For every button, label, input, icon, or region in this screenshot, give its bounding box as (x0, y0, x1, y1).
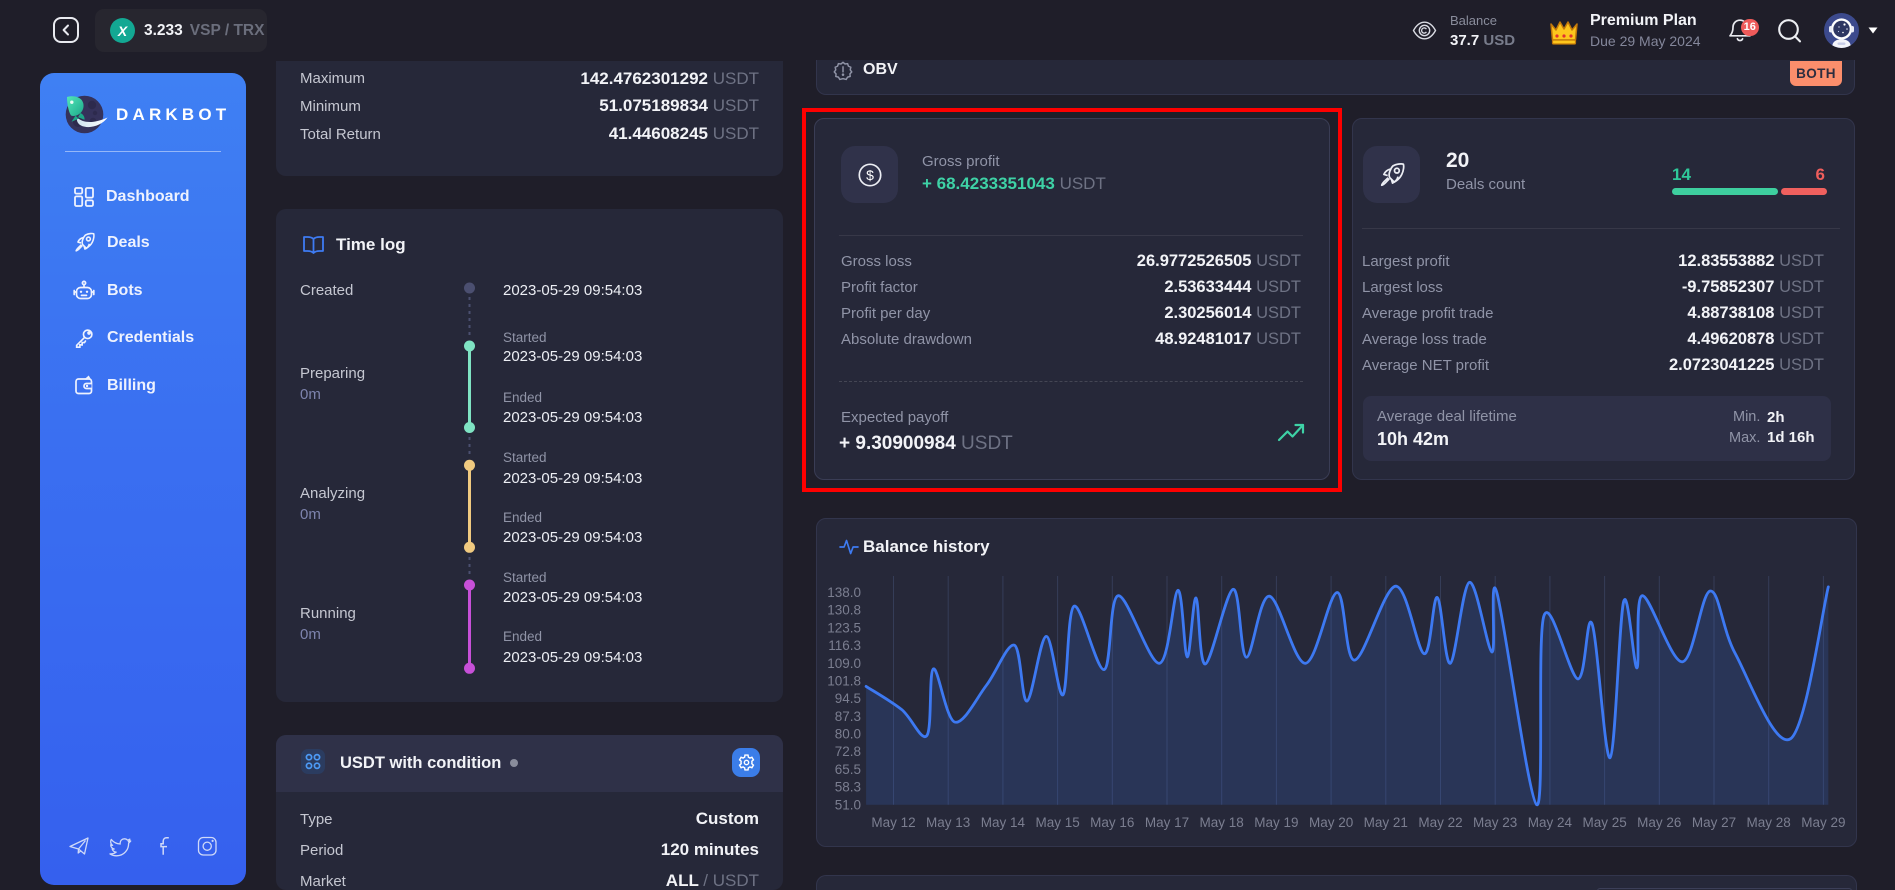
svg-text:116.3: 116.3 (828, 638, 861, 653)
svg-text:May 12: May 12 (871, 815, 915, 830)
svg-text:May 17: May 17 (1145, 815, 1189, 830)
svg-text:130.8: 130.8 (827, 603, 861, 618)
svg-text:May 27: May 27 (1692, 815, 1736, 830)
svg-text:May 14: May 14 (981, 815, 1026, 830)
svg-text:123.5: 123.5 (827, 620, 861, 635)
svg-text:May 18: May 18 (1200, 815, 1244, 830)
svg-text:May 15: May 15 (1035, 815, 1079, 830)
svg-text:May 25: May 25 (1582, 815, 1626, 830)
svg-text:72.8: 72.8 (835, 744, 861, 759)
svg-text:65.5: 65.5 (835, 762, 861, 777)
svg-text:May 19: May 19 (1254, 815, 1298, 830)
svg-text:80.0: 80.0 (835, 727, 861, 742)
svg-text:May 13: May 13 (926, 815, 970, 830)
svg-text:May 26: May 26 (1637, 815, 1681, 830)
svg-text:May 21: May 21 (1364, 815, 1408, 830)
svg-text:May 24: May 24 (1528, 815, 1573, 830)
svg-text:109.0: 109.0 (827, 656, 861, 671)
svg-text:May 23: May 23 (1473, 815, 1517, 830)
svg-text:51.0: 51.0 (835, 797, 861, 812)
svg-text:May 20: May 20 (1309, 815, 1353, 830)
svg-text:87.3: 87.3 (835, 709, 861, 724)
svg-text:58.3: 58.3 (835, 780, 861, 795)
svg-text:94.5: 94.5 (835, 691, 861, 706)
svg-text:138.0: 138.0 (827, 585, 861, 600)
svg-text:May 29: May 29 (1801, 815, 1845, 830)
svg-text:101.8: 101.8 (827, 673, 861, 688)
svg-text:May 16: May 16 (1090, 815, 1134, 830)
svg-text:May 22: May 22 (1418, 815, 1462, 830)
svg-text:May 28: May 28 (1747, 815, 1791, 830)
